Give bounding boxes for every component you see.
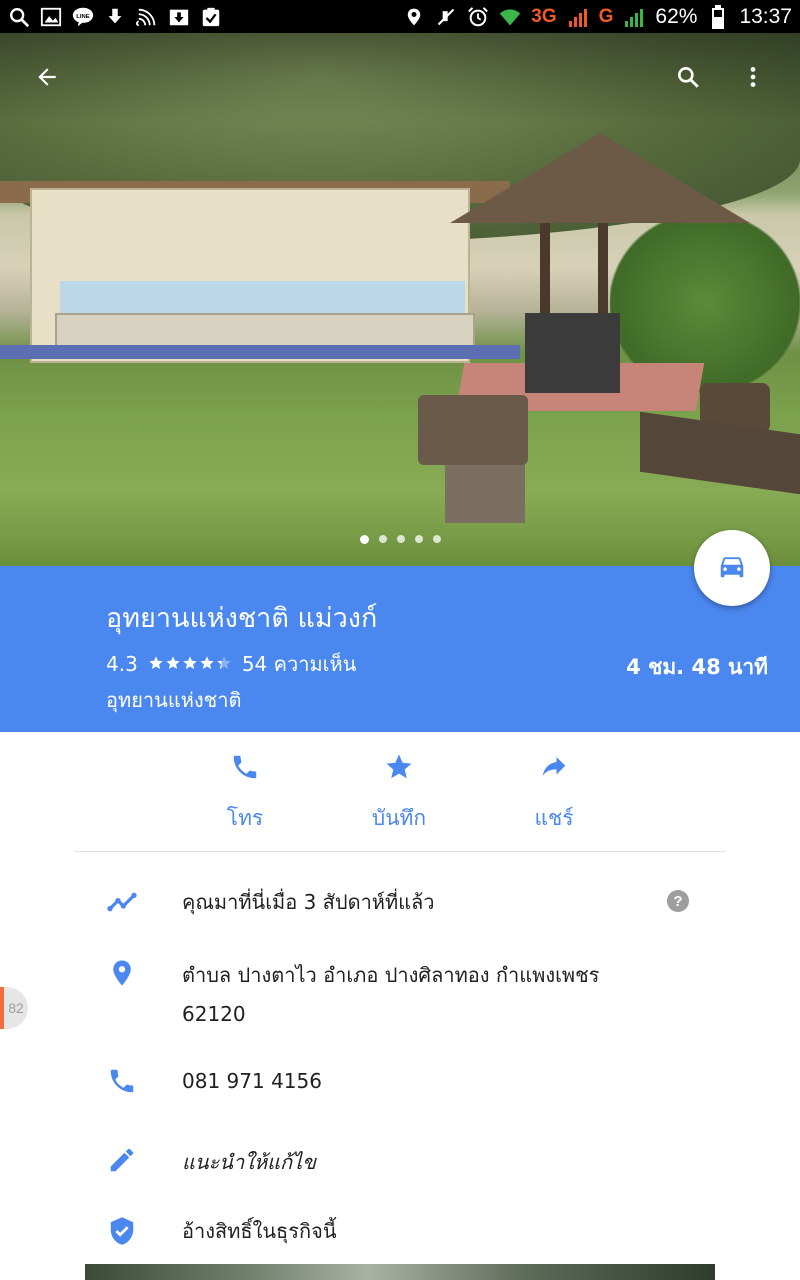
save-label: บันทึก bbox=[371, 806, 427, 830]
divider bbox=[74, 851, 726, 852]
review-count[interactable]: 54 ความเห็น bbox=[242, 648, 357, 680]
photo-bench bbox=[640, 411, 800, 495]
pager-dot[interactable] bbox=[414, 535, 423, 543]
pencil-icon bbox=[104, 1142, 140, 1178]
pager-dot[interactable] bbox=[396, 535, 405, 543]
share-label: แชร์ bbox=[534, 806, 574, 830]
action-bar: โทร บันทึก แชร์ bbox=[0, 732, 800, 850]
car-icon bbox=[717, 551, 747, 585]
star-full-icon bbox=[182, 655, 198, 673]
address-line-1: ตำบล ปางตาไว อำเภอ ปางศิลาทอง กำแพงเพชร bbox=[182, 963, 600, 987]
battery-icon bbox=[707, 4, 729, 29]
star-full-icon bbox=[199, 655, 215, 673]
rating-row: 4.3 54 ความเห็น bbox=[106, 648, 356, 680]
directions-button[interactable] bbox=[694, 530, 770, 606]
share-icon bbox=[539, 752, 569, 786]
star-full-icon bbox=[148, 655, 164, 673]
rating-stars bbox=[148, 655, 232, 673]
network-type-1: 3G bbox=[531, 5, 557, 27]
status-left-icons: LINE bbox=[8, 6, 222, 28]
place-photo[interactable] bbox=[0, 33, 800, 566]
phone-icon bbox=[104, 1063, 140, 1099]
verified-shield-icon bbox=[104, 1213, 140, 1249]
search-button[interactable] bbox=[665, 56, 711, 102]
back-button[interactable] bbox=[24, 56, 70, 102]
photo-sink bbox=[525, 313, 620, 393]
share-button[interactable]: แชร์ bbox=[484, 752, 624, 835]
timeline-icon bbox=[104, 884, 140, 920]
download-icon bbox=[104, 6, 126, 28]
mute-icon bbox=[435, 6, 457, 28]
place-info-panel: อุทยานแห่งชาติ แม่วงก์ 4.3 54 ความเห็น อ… bbox=[0, 566, 800, 732]
star-full-icon bbox=[165, 655, 181, 673]
place-category: อุทยานแห่งชาติ bbox=[106, 688, 242, 712]
alarm-icon bbox=[467, 6, 489, 28]
battery-percent: 62% bbox=[655, 4, 698, 28]
svg-text:LINE: LINE bbox=[76, 13, 90, 19]
line-app-icon: LINE bbox=[72, 6, 94, 28]
rating-value: 4.3 bbox=[106, 652, 138, 676]
photo-pager-dots bbox=[0, 535, 800, 544]
place-pin-icon bbox=[104, 955, 140, 991]
street-view-thumbnail[interactable] bbox=[85, 1264, 715, 1280]
claim-business-text: อ้างสิทธิ์ในธุรกิจนี้ bbox=[182, 1219, 337, 1243]
star-icon bbox=[384, 752, 414, 786]
phone-icon bbox=[230, 752, 260, 786]
clipboard-check-icon bbox=[200, 6, 222, 28]
arrow-back-icon bbox=[34, 64, 60, 94]
travel-time: 4 ชม. 48 นาที bbox=[626, 655, 768, 679]
pager-dot[interactable] bbox=[432, 535, 441, 543]
download-box-icon bbox=[168, 6, 190, 28]
pager-dot[interactable] bbox=[359, 535, 369, 544]
side-notification-badge[interactable]: 82 bbox=[0, 987, 28, 1029]
more-options-button[interactable] bbox=[730, 56, 776, 102]
cast-icon bbox=[136, 6, 158, 28]
search-icon bbox=[675, 64, 701, 94]
location-icon bbox=[403, 6, 425, 28]
more-vert-icon bbox=[740, 64, 766, 94]
photo-counter bbox=[55, 313, 475, 347]
wifi-icon bbox=[499, 6, 521, 28]
search-icon bbox=[8, 6, 30, 28]
star-half-icon bbox=[216, 655, 232, 673]
status-right-icons: 3G G 62% 13:37 bbox=[403, 4, 792, 29]
place-title: อุทยานแห่งชาติ แม่วงก์ bbox=[106, 603, 378, 634]
image-icon bbox=[40, 6, 62, 28]
signal-icon-1 bbox=[567, 6, 589, 28]
photo-bench bbox=[418, 395, 528, 465]
save-button[interactable]: บันทึก bbox=[329, 752, 469, 835]
status-bar: LINE 3G G 62% 13:37 bbox=[0, 0, 800, 33]
call-label: โทร bbox=[226, 806, 264, 830]
call-button[interactable]: โทร bbox=[175, 752, 315, 835]
clock: 13:37 bbox=[739, 4, 792, 28]
phone-number: 081 971 4156 bbox=[182, 1069, 322, 1093]
network-type-2: G bbox=[598, 5, 614, 27]
address-line-2: 62120 bbox=[182, 1002, 246, 1026]
suggest-edit-text: แนะนำให้แก้ไข bbox=[182, 1150, 316, 1174]
signal-icon-2 bbox=[623, 6, 645, 28]
help-icon[interactable]: ? bbox=[667, 890, 689, 912]
photo-floor bbox=[0, 345, 520, 359]
visit-history-text: คุณมาที่นี่เมื่อ 3 สัปดาห์ที่แล้ว bbox=[182, 890, 435, 914]
pager-dot[interactable] bbox=[378, 535, 387, 543]
